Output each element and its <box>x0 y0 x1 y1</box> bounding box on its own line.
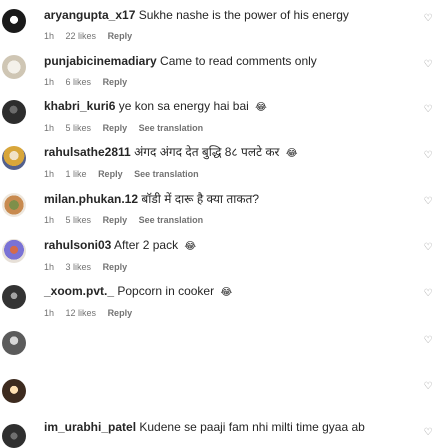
avatar[interactable] <box>2 9 26 33</box>
heart-outline-icon[interactable]: ♡ <box>423 105 433 115</box>
avatar[interactable] <box>2 285 26 309</box>
comment: rahulsathe2811 अंगद अंगद देत बुद्धि 8८ प… <box>44 145 414 180</box>
avatar[interactable] <box>2 424 26 448</box>
heart-outline-icon[interactable]: ♡ <box>423 197 433 207</box>
comment-username[interactable]: im_urabhi_patel <box>44 420 136 434</box>
reply-button[interactable]: Reply <box>108 308 133 318</box>
see-translation-button[interactable]: See translation <box>134 169 199 179</box>
comment-line: aryangupta_x17 Sukhe nashe is the power … <box>44 8 414 23</box>
laughing-emoji-icon: 😂 <box>220 287 233 298</box>
comment-username[interactable]: rahulsoni03 <box>44 238 111 252</box>
avatar[interactable] <box>2 193 26 217</box>
comment-meta: 1h 22 likes Reply <box>44 30 414 42</box>
comment-line: rahulsathe2811 अंगद अंगद देत बुद्धि 8८ प… <box>44 145 414 161</box>
laughing-emoji-icon: 😂 <box>285 148 298 159</box>
heart-outline-icon[interactable]: ♡ <box>423 243 433 253</box>
comment: punjabicinemadiary Came to read comments… <box>44 54 414 88</box>
avatar[interactable] <box>2 146 26 170</box>
comment-line: milan.phukan.12 बॉडी में दारू है क्या ता… <box>44 192 414 207</box>
reply-button[interactable]: Reply <box>103 77 128 87</box>
comment-likes[interactable]: 22 likes <box>66 31 97 41</box>
avatar-column <box>0 0 34 448</box>
heart-outline-icon[interactable]: ♡ <box>423 60 433 70</box>
avatar[interactable] <box>2 100 26 124</box>
comment-time: 1h <box>44 123 55 133</box>
heart-outline-icon[interactable]: ♡ <box>423 151 433 161</box>
heart-outline-icon[interactable]: ♡ <box>423 14 433 24</box>
comment-line: punjabicinemadiary Came to read comments… <box>44 54 414 69</box>
comment-meta: 1h 5 likes Reply See translation <box>44 122 414 134</box>
comment: im_urabhi_patel Kudene se paaji fam nhi … <box>44 420 414 435</box>
comment-time: 1h <box>44 169 55 179</box>
comment-likes[interactable]: 1 like <box>66 169 87 179</box>
comment-time: 1h <box>44 215 55 225</box>
comment-meta: 1h 6 likes Reply <box>44 76 414 88</box>
comment-likes[interactable]: 6 likes <box>66 77 92 87</box>
comment: khabri_kuri6 ye kon sa energy hai bai 😂 … <box>44 99 414 134</box>
comment-username[interactable]: khabri_kuri6 <box>44 99 115 113</box>
comment-line: khabri_kuri6 ye kon sa energy hai bai 😂 <box>44 99 414 115</box>
reply-button[interactable]: Reply <box>98 169 123 179</box>
heart-outline-icon[interactable]: ♡ <box>423 382 433 392</box>
laughing-emoji-icon: 😂 <box>255 102 267 113</box>
comment-likes[interactable]: 3 likes <box>66 262 92 272</box>
comment: milan.phukan.12 बॉडी में दारू है क्या ता… <box>44 192 414 226</box>
reply-button[interactable]: Reply <box>103 215 128 225</box>
comment-username[interactable]: milan.phukan.12 <box>44 192 138 206</box>
comment-line: rahulsoni03 After 2 pack 😂 <box>44 238 414 254</box>
comment-text: Sukhe nashe is the power of his energy <box>138 8 349 22</box>
avatar[interactable] <box>2 379 26 403</box>
comment-likes[interactable]: 5 likes <box>66 215 92 225</box>
avatar[interactable] <box>2 331 26 355</box>
comment-time: 1h <box>44 77 55 87</box>
comment-meta: 1h 1 like Reply See translation <box>44 168 414 180</box>
reply-button[interactable]: Reply <box>103 262 128 272</box>
comment-meta: 1h 5 likes Reply See translation <box>44 214 414 226</box>
see-translation-button[interactable]: See translation <box>139 215 204 225</box>
avatar[interactable] <box>2 55 26 79</box>
comment-text: अंगद अंगद देत बुद्धि 8८ पलटे कर <box>134 145 280 159</box>
comment-time: 1h <box>44 308 55 318</box>
comment: _xoom.pvt._ Popcorn in cooker 😂 1h 12 li… <box>44 284 414 319</box>
comment-username[interactable]: _xoom.pvt._ <box>44 284 114 298</box>
comment-username[interactable]: rahulsathe2811 <box>44 145 131 159</box>
comment-text: After 2 pack <box>114 238 179 252</box>
comment-likes[interactable]: 5 likes <box>66 123 92 133</box>
comment-text: Popcorn in cooker <box>117 284 215 298</box>
comment-text: Kudene se paaji fam nhi milti time gyaa … <box>139 420 365 434</box>
reply-button[interactable]: Reply <box>108 31 133 41</box>
comment-line: _xoom.pvt._ Popcorn in cooker 😂 <box>44 284 414 300</box>
comment-text: Came to read comments only <box>160 54 317 68</box>
comment: aryangupta_x17 Sukhe nashe is the power … <box>44 8 414 42</box>
reply-button[interactable]: Reply <box>103 123 128 133</box>
comment-time: 1h <box>44 31 55 41</box>
comment-text: बॉडी में दारू है क्या ताकत? <box>141 192 260 206</box>
comment-username[interactable]: punjabicinemadiary <box>44 54 157 68</box>
see-translation-button[interactable]: See translation <box>139 123 204 133</box>
laughing-emoji-icon: 😂 <box>184 241 197 252</box>
comment-time: 1h <box>44 262 55 272</box>
comment-line: im_urabhi_patel Kudene se paaji fam nhi … <box>44 420 414 435</box>
comment-username[interactable]: aryangupta_x17 <box>44 8 135 22</box>
avatar[interactable] <box>2 239 26 263</box>
comment-likes[interactable]: 12 likes <box>66 308 97 318</box>
heart-outline-icon[interactable]: ♡ <box>423 336 433 346</box>
comment-text: ye kon sa energy hai bai <box>118 99 249 113</box>
heart-outline-icon[interactable]: ♡ <box>423 428 433 438</box>
comment-meta: 1h 3 likes Reply <box>44 261 414 273</box>
heart-outline-icon[interactable]: ♡ <box>423 289 433 299</box>
comment-meta: 1h 12 likes Reply <box>44 307 414 319</box>
comment: rahulsoni03 After 2 pack 😂 1h 3 likes Re… <box>44 238 414 273</box>
